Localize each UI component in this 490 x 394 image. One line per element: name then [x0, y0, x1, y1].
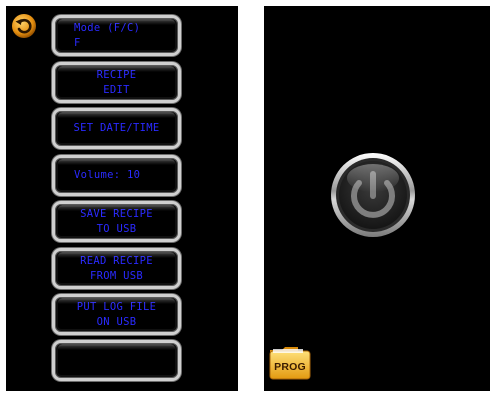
- menu-button-label: PUT LOG FILE: [76, 300, 157, 313]
- undo-arrow-icon: [12, 14, 36, 38]
- menu-button-label: FROM USB: [90, 269, 143, 282]
- menu-button-7[interactable]: PUT LOG FILE ON USB: [52, 294, 181, 335]
- menu-button-label: RECIPE: [96, 68, 137, 81]
- menu-button-label: F: [74, 36, 81, 49]
- prog-label: PROG: [274, 361, 306, 373]
- menu-button-label: SAVE RECIPE: [80, 207, 153, 220]
- menu-button-label: READ RECIPE: [80, 254, 153, 267]
- menu-button-2[interactable]: RECIPE EDIT: [52, 62, 181, 103]
- menu-button-1[interactable]: Mode (F/C) F: [52, 15, 181, 56]
- menu-button-label: Mode (F/C): [74, 21, 141, 34]
- menu-button-8[interactable]: [52, 340, 181, 381]
- menu-button-label: EDIT: [103, 83, 130, 96]
- menu-button-3[interactable]: SET DATE/TIME: [52, 108, 181, 149]
- back-button[interactable]: [11, 13, 37, 39]
- menu-button-label: TO USB: [96, 222, 137, 235]
- menu-button-label: ON USB: [96, 315, 137, 328]
- menu-button-5[interactable]: SAVE RECIPE TO USB: [52, 201, 181, 242]
- menu-button-4[interactable]: Volume: 10: [52, 155, 181, 196]
- prog-button[interactable]: PROG: [268, 345, 312, 381]
- menu-button-label: SET DATE/TIME: [73, 122, 160, 134]
- power-icon: [331, 153, 415, 237]
- menu-button-label: Volume: 10: [74, 169, 141, 181]
- power-button[interactable]: [330, 152, 416, 238]
- menu-button-6[interactable]: READ RECIPE FROM USB: [52, 248, 181, 289]
